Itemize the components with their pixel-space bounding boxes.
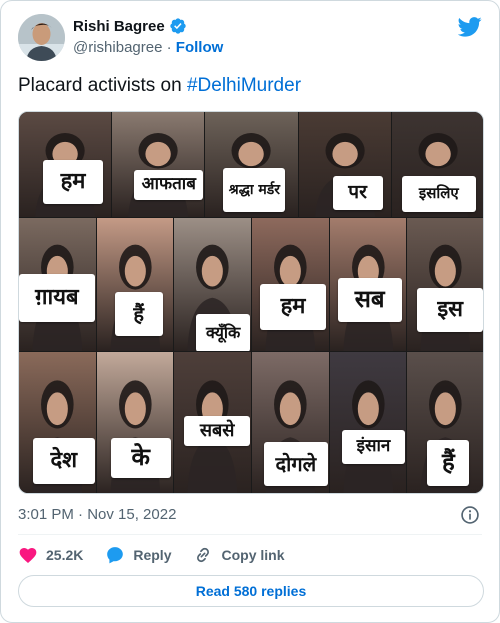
tweet-card: Rishi Bagree @rishibagree · Follow Placa… — [0, 0, 500, 623]
placard-sign: हैं — [427, 440, 470, 486]
collage-photo: इसलिए — [391, 112, 483, 217]
collage-photo: सबसे — [174, 352, 251, 493]
placard-sign: देश — [33, 438, 95, 484]
separator-dot: · — [166, 39, 172, 56]
collage-photo: हम — [19, 112, 112, 217]
person-silhouette — [128, 133, 189, 217]
placard-sign: इसलिए — [401, 176, 476, 212]
tweet-text-prefix: Placard activists on — [18, 75, 187, 96]
placard-sign: के — [110, 438, 171, 478]
person-silhouette — [343, 380, 393, 493]
info-icon[interactable] — [460, 505, 480, 525]
placard-sign: श्रद्धा मर्डर — [223, 168, 286, 212]
like-button[interactable]: 25.2K — [18, 545, 83, 565]
placard-sign: आफताब — [134, 170, 204, 200]
placard-sign: ग़ायब — [19, 274, 95, 322]
hashtag-link[interactable]: #DelhiMurder — [187, 75, 301, 96]
collage-photo: श्रद्धा मर्डर — [205, 112, 298, 217]
copy-link-label: Copy link — [221, 547, 285, 563]
handle-row: @rishibagree · Follow — [73, 39, 223, 56]
collage-photo: दोगले — [252, 352, 329, 493]
copy-link-button[interactable]: Copy link — [193, 545, 285, 565]
placard-sign: सबसे — [184, 416, 250, 446]
placard-sign: इंसान — [341, 430, 406, 464]
verified-badge-icon — [170, 18, 186, 34]
placard-sign: इस — [417, 288, 483, 332]
collage-photo: हैं — [96, 218, 174, 351]
tweet-image[interactable]: हम आफताब श्रद्धा मर्डर पर इसलिए ग़ायब हैं क्यूँ… — [18, 111, 484, 494]
placard-sign: हैं — [114, 292, 163, 336]
collage-photo: इंसान — [329, 352, 407, 493]
collage-photo: हम — [252, 218, 329, 351]
collage-photo: के — [96, 352, 174, 493]
placard-sign: क्यूँकि — [196, 314, 250, 351]
placard-sign: पर — [332, 176, 383, 210]
placard-sign: सब — [337, 278, 402, 322]
collage-photo: हैं — [407, 352, 483, 493]
collage-photo: देश — [19, 352, 96, 493]
collage-photo: सब — [329, 218, 407, 351]
timestamp[interactable]: 3:01 PM · Nov 15, 2022 — [18, 506, 176, 523]
collage-photo: इस — [407, 218, 483, 351]
placard-sign: हम — [260, 284, 326, 330]
likes-count: 25.2K — [46, 547, 84, 563]
placard-collage: हम आफताब श्रद्धा मर्डर पर इसलिए ग़ायब हैं क्यूँ… — [19, 112, 483, 493]
collage-photo: आफताब — [112, 112, 205, 217]
action-bar: 25.2K Reply Copy link — [18, 544, 307, 566]
collage-photo: पर — [298, 112, 391, 217]
divider — [18, 534, 482, 535]
author-handle[interactable]: @rishibagree — [73, 39, 162, 56]
avatar[interactable] — [18, 14, 65, 61]
heart-icon — [19, 548, 37, 563]
tweet-text: Placard activists on #DelhiMurder — [18, 75, 301, 97]
placard-sign: हम — [43, 160, 103, 204]
collage-photo: क्यूँकि — [174, 218, 251, 351]
reply-label: Reply — [133, 547, 172, 563]
follow-link[interactable]: Follow — [176, 39, 224, 56]
read-replies-button[interactable]: Read 580 replies — [18, 575, 484, 607]
placard-sign: दोगले — [264, 442, 328, 486]
link-icon — [197, 547, 210, 563]
collage-photo: ग़ायब — [19, 218, 96, 351]
reply-button[interactable]: Reply — [105, 545, 171, 565]
twitter-bird-icon[interactable] — [458, 17, 482, 37]
reply-bubble-icon — [107, 547, 124, 564]
author-name[interactable]: Rishi Bagree — [73, 18, 165, 35]
